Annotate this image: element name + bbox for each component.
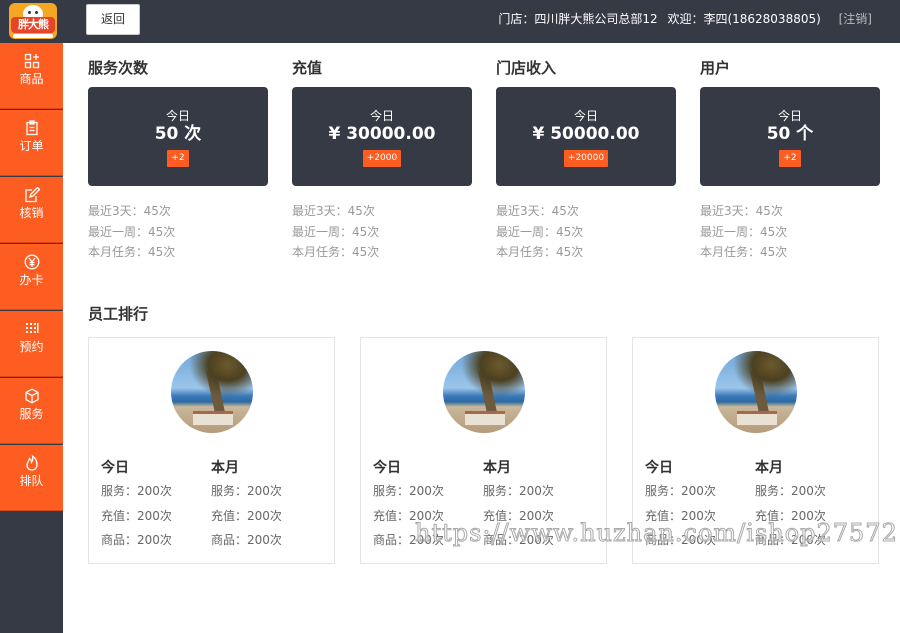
stat-value: 50 个 (766, 124, 814, 144)
stat-month: 本月任务：45次 (496, 245, 584, 259)
top-bar: 胖大熊 返回 门店：四川胖大熊公司总部12 欢迎：李四(18628038805)… (0, 0, 900, 43)
stat-delta-badge: +2000 (362, 150, 402, 167)
flame-icon (25, 455, 38, 471)
stat-title-service: 服务次数 (88, 59, 149, 77)
logout-link[interactable]: [注销] (839, 12, 872, 26)
header-info: 门店：四川胖大熊公司总部12 欢迎：李四(18628038805) [注销] (492, 0, 872, 38)
logo-text: 胖大熊 (11, 17, 55, 33)
stat-value: 50 次 (154, 124, 202, 144)
stat-card-users: 今日 50 个 +2 (700, 87, 880, 186)
stat-lastweek: 最近一周：45次 (88, 224, 176, 239)
service-count: 服务：200次 (101, 484, 172, 498)
stat-lastweek: 最近一周：45次 (496, 224, 584, 239)
sidebar-item-label: 订单 (19, 139, 44, 153)
stat-last3: 最近3天：45次 (88, 204, 171, 218)
sidebar-item-service[interactable]: 服务 (0, 378, 63, 444)
sidebar-item-queue[interactable]: 排队 (0, 445, 63, 511)
stat-lastweek: 最近一周：45次 (292, 224, 380, 239)
stat-history-revenue: 最近3天：45次 最近一周：45次 本月任务：45次 (496, 201, 583, 263)
stat-today-label: 今日 (369, 109, 394, 123)
welcome-user: 欢迎：李四(18628038805) (667, 12, 821, 26)
goods-count: 商品：200次 (211, 533, 282, 547)
back-button[interactable]: 返回 (86, 4, 140, 35)
sidebar-item-label: 核销 (19, 206, 44, 220)
stat-history-recharge: 最近3天：45次 最近一周：45次 本月任务：45次 (292, 201, 379, 263)
service-count: 服务：200次 (755, 484, 826, 498)
month-column: 本月 服务：200次 充值：200次 商品：200次 (211, 459, 282, 553)
avatar (715, 351, 797, 433)
stat-today-label: 今日 (573, 109, 598, 123)
service-count: 服务：200次 (211, 484, 282, 498)
column-heading: 今日 (373, 460, 401, 476)
recharge-count: 充值：200次 (211, 508, 282, 523)
ranking-title: 员工排行 (88, 305, 149, 323)
goods-count: 商品：200次 (101, 533, 172, 547)
stat-card-service: 今日 50 次 +2 (88, 87, 268, 186)
sidebar-item-label: 服务 (19, 407, 44, 421)
avatar (443, 351, 525, 433)
stat-title-revenue: 门店收入 (496, 59, 557, 77)
store-name: 门店：四川胖大熊公司总部12 (498, 12, 658, 26)
dots-grid-icon (25, 323, 38, 333)
stat-last3: 最近3天：45次 (496, 204, 579, 218)
clipboard-icon (25, 120, 38, 136)
stat-month: 本月任务：45次 (700, 245, 788, 259)
avatar (171, 351, 253, 433)
sidebar-item-label: 预约 (19, 340, 44, 354)
employee-card[interactable]: 今日 服务：200次 充值：200次 商品：200次 本月 服务：200次 充值… (88, 337, 335, 564)
sidebar-item-booking[interactable]: 预约 (0, 311, 63, 377)
stat-title-recharge: 充值 (292, 59, 323, 77)
stat-history-users: 最近3天：45次 最近一周：45次 本月任务：45次 (700, 201, 787, 263)
service-count: 服务：200次 (483, 484, 554, 498)
stat-today-label: 今日 (777, 109, 802, 123)
stat-value: ¥ 50000.00 (532, 124, 640, 144)
sidebar-item-verify[interactable]: 核销 (0, 177, 63, 243)
box-icon (24, 388, 39, 404)
sidebar-item-orders[interactable]: 订单 (0, 110, 63, 176)
stat-last3: 最近3天：45次 (292, 204, 375, 218)
brand-logo[interactable]: 胖大熊 (9, 3, 57, 39)
service-count: 服务：200次 (373, 484, 444, 498)
stat-month: 本月任务：45次 (292, 245, 380, 259)
stat-title-users: 用户 (700, 59, 731, 77)
sidebar: 商品 订单 核销 办卡 预约 服务 排队 (0, 43, 63, 633)
edit-icon (24, 187, 40, 203)
sidebar-item-card[interactable]: 办卡 (0, 244, 63, 310)
watermark: https://www.huzhan.com/ishop27572 (415, 519, 898, 548)
column-heading: 今日 (101, 460, 129, 476)
stat-lastweek: 最近一周：45次 (700, 224, 788, 239)
stat-card-recharge: 今日 ¥ 30000.00 +2000 (292, 87, 472, 186)
stat-card-revenue: 今日 ¥ 50000.00 +20000 (496, 87, 676, 186)
column-heading: 今日 (645, 460, 673, 476)
column-heading: 本月 (211, 460, 239, 476)
stat-value: ¥ 30000.00 (328, 124, 436, 144)
sidebar-item-label: 商品 (19, 72, 44, 86)
stat-history-service: 最近3天：45次 最近一周：45次 本月任务：45次 (88, 201, 175, 263)
column-heading: 本月 (755, 460, 783, 476)
stat-delta-badge: +2 (779, 150, 801, 167)
stat-delta-badge: +20000 (563, 150, 609, 167)
sidebar-item-label: 排队 (19, 474, 44, 488)
grid-plus-icon (24, 53, 39, 69)
sidebar-item-goods[interactable]: 商品 (0, 43, 63, 109)
stat-last3: 最近3天：45次 (700, 204, 783, 218)
recharge-count: 充值：200次 (101, 508, 172, 523)
stat-today-label: 今日 (165, 109, 190, 123)
stat-delta-badge: +2 (167, 150, 189, 167)
today-column: 今日 服务：200次 充值：200次 商品：200次 (101, 459, 172, 553)
service-count: 服务：200次 (645, 484, 716, 498)
yen-circle-icon (24, 254, 39, 270)
stat-month: 本月任务：45次 (88, 245, 176, 259)
column-heading: 本月 (483, 460, 511, 476)
sidebar-item-label: 办卡 (19, 273, 44, 287)
